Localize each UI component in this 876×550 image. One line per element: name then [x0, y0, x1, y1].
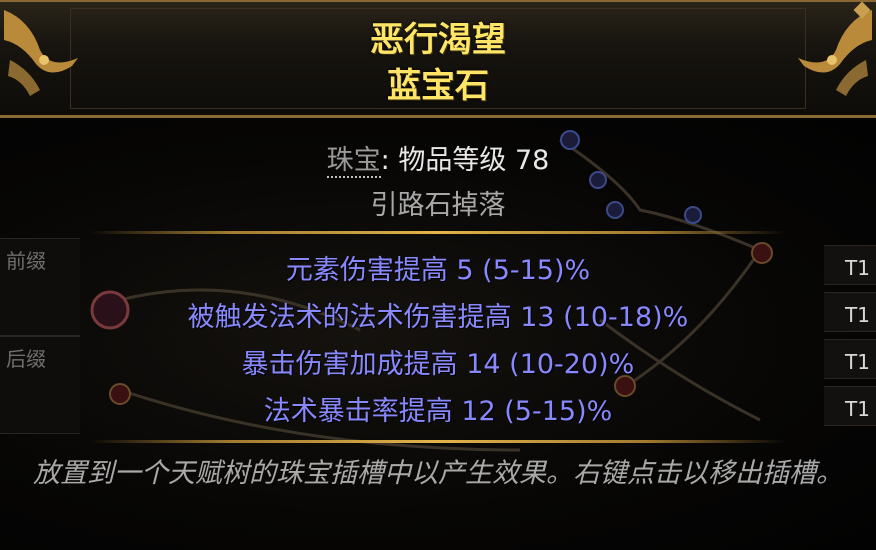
tier-badge: T1 — [824, 339, 876, 379]
colon: : — [380, 145, 399, 176]
ornament-left-icon — [4, 10, 78, 96]
mod-line: 暴击伤害加成提高 14 (10-20)% — [241, 349, 635, 380]
ornament-right-icon — [798, 1, 872, 96]
mod-line: 法术暴击率提高 12 (5-15)% — [263, 396, 613, 427]
item-level: 物品等级 78 — [398, 145, 550, 176]
tier-badge: T1 — [824, 292, 876, 332]
item-class-label[interactable]: 珠宝 — [326, 145, 381, 178]
separator — [90, 440, 786, 443]
item-base-type: 蓝宝石 — [387, 66, 489, 106]
mod-line: 元素伤害提高 5 (5-15)% — [285, 255, 591, 286]
mod-line: 被触发法术的法术伤害提高 13 (10-18)% — [187, 302, 689, 333]
item-name: 恶行渴望 — [370, 20, 506, 60]
item-class-row: 珠宝: 物品等级 78 — [0, 138, 876, 178]
item-header: 恶行渴望 蓝宝石 — [0, 0, 876, 118]
separator — [90, 231, 786, 234]
drop-source: 引路石掉落 — [370, 190, 506, 221]
tier-badge: T1 — [824, 245, 876, 285]
flavor-text: 放置到一个天赋树的珠宝插槽中以产生效果。右键点击以移出插槽。 — [33, 458, 843, 489]
tier-badge: T1 — [824, 386, 876, 426]
